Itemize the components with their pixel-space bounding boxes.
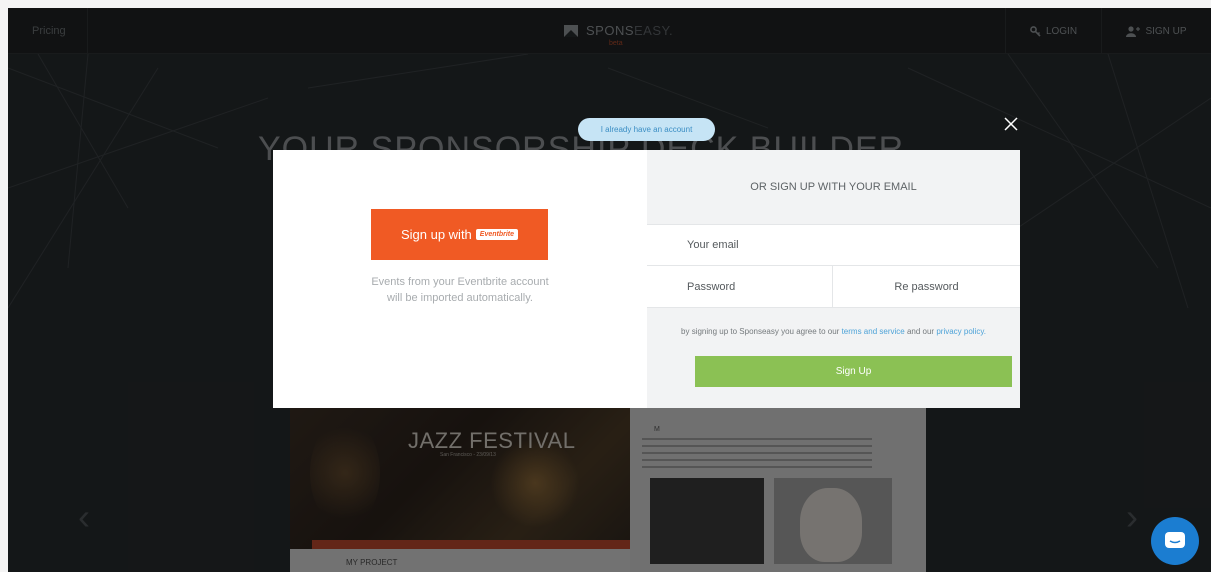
chat-launcher-button[interactable]	[1151, 517, 1199, 565]
eventbrite-button-label: Sign up with	[400, 227, 472, 242]
terms-text: by signing up to Sponseasy you agree to …	[681, 327, 840, 336]
privacy-link[interactable]: privacy policy.	[936, 327, 986, 336]
signup-modal: Sign up with Eventbrite Events from your…	[273, 150, 1020, 408]
email-signup-panel: OR SIGN UP WITH YOUR EMAIL Your email Pa…	[647, 150, 1020, 408]
email-signup-heading: OR SIGN UP WITH YOUR EMAIL	[750, 181, 917, 193]
eventbrite-desc-line: will be imported automatically.	[387, 292, 533, 304]
already-have-account-button[interactable]: I already have an account	[578, 118, 715, 141]
email-field[interactable]: Your email	[647, 224, 1020, 266]
close-icon[interactable]	[1003, 116, 1019, 132]
password-field[interactable]: Password	[647, 266, 833, 308]
eventbrite-description: Events from your Eventbrite account will…	[313, 274, 607, 306]
eventbrite-desc-line: Events from your Eventbrite account	[371, 276, 549, 288]
terms-link[interactable]: terms and service	[842, 327, 905, 336]
eventbrite-panel: Sign up with Eventbrite Events from your…	[273, 150, 647, 408]
eventbrite-signup-button[interactable]: Sign up with Eventbrite	[371, 209, 548, 260]
eventbrite-logo: Eventbrite	[475, 229, 519, 240]
sign-up-button[interactable]: Sign Up	[695, 356, 1012, 387]
repassword-field[interactable]: Re password	[833, 266, 1020, 308]
app-frame: Pricing SPONSEASY. beta LOGIN SIGN UP YO…	[8, 8, 1211, 572]
chat-icon	[1165, 532, 1185, 548]
terms-notice: by signing up to Sponseasy you agree to …	[647, 327, 1020, 336]
terms-text: and our	[906, 327, 935, 336]
